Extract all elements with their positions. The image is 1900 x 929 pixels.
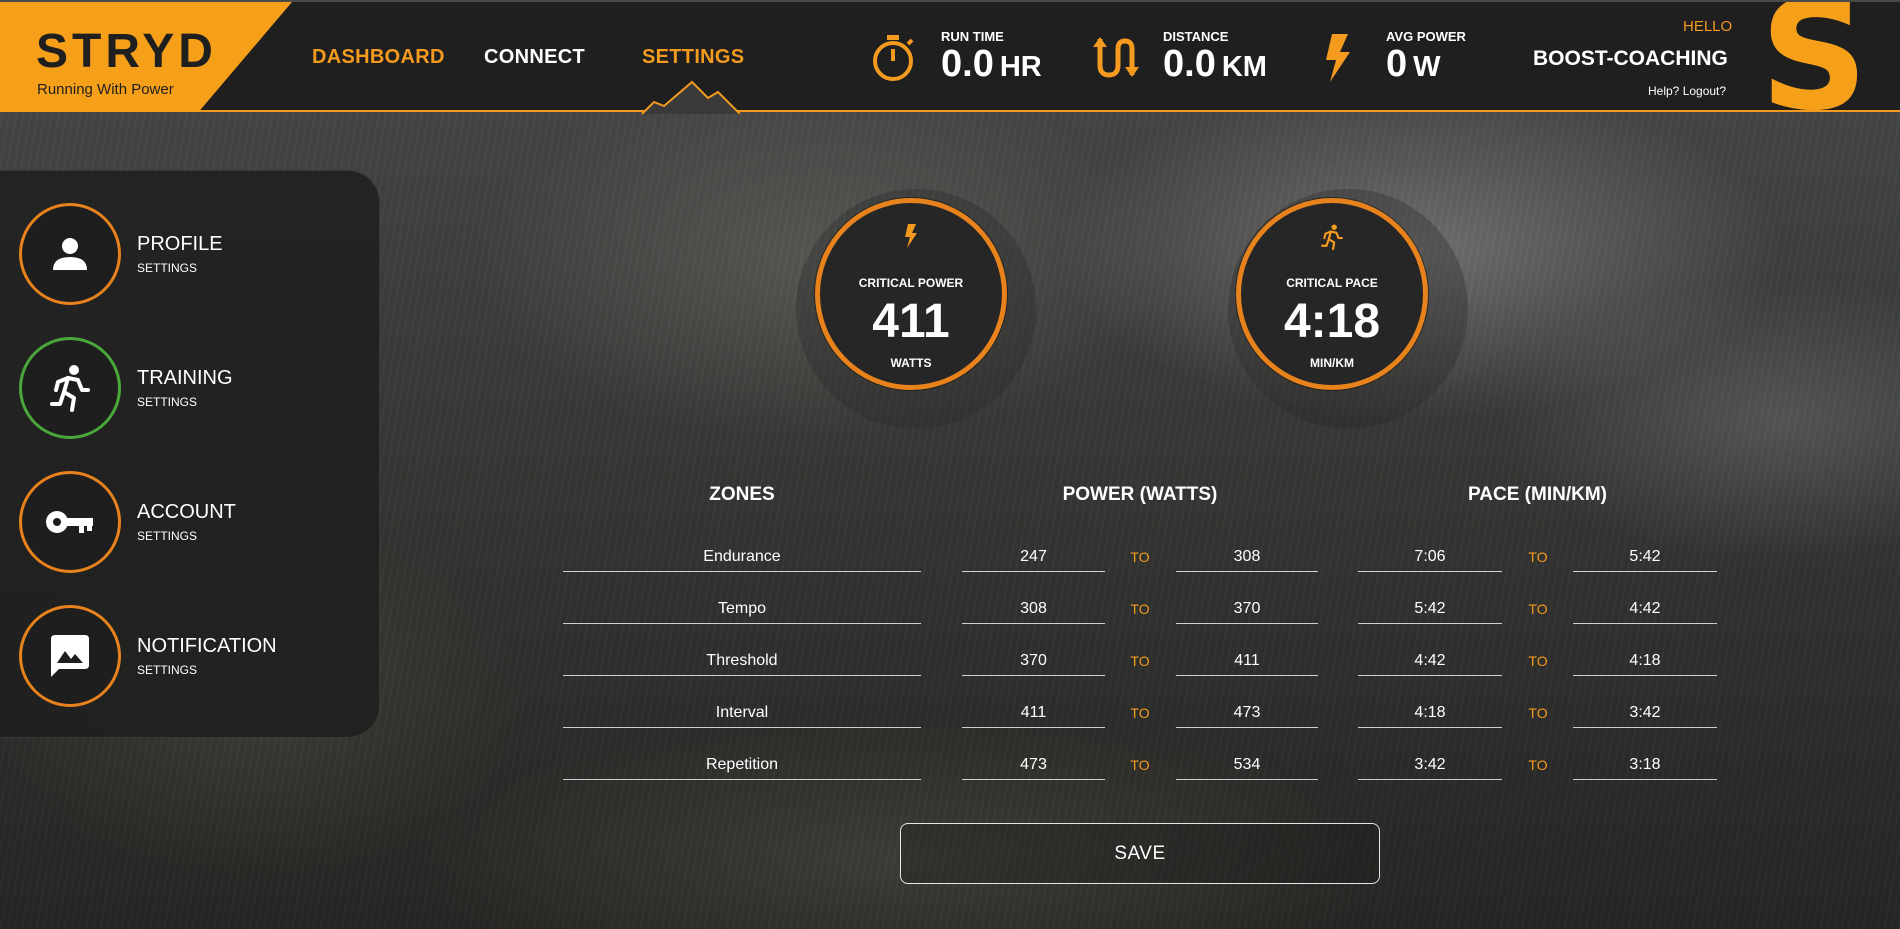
power-from-field[interactable]: 411 bbox=[962, 700, 1105, 728]
sidebar-item-account[interactable]: ACCOUNT SETTINGS bbox=[19, 471, 359, 573]
nav-connect[interactable]: CONNECT bbox=[484, 46, 585, 69]
training-icon-circle bbox=[19, 337, 121, 439]
sidebar-item-title: NOTIFICATION bbox=[137, 635, 277, 657]
pace-header: PACE (MIN/KM) bbox=[1468, 484, 1607, 505]
image-message-icon bbox=[51, 635, 89, 677]
pace-from-field[interactable]: 3:42 bbox=[1358, 752, 1502, 780]
run-time-label: RUN TIME bbox=[941, 29, 1004, 44]
notification-icon-circle bbox=[19, 605, 121, 707]
sidebar-item-sub: SETTINGS bbox=[137, 261, 198, 275]
critical-pace-gauge: CRITICAL PACE 4:18 MIN/KM bbox=[1236, 198, 1428, 390]
pace-from-field[interactable]: 7:06 bbox=[1358, 544, 1502, 572]
critical-pace-unit: MIN/KM bbox=[1310, 356, 1354, 370]
to-label: TO bbox=[1528, 549, 1548, 565]
zone-name-field: Threshold bbox=[563, 648, 921, 676]
brand-tagline: Running With Power bbox=[37, 81, 174, 98]
runner-icon bbox=[50, 365, 90, 412]
critical-pace-label: CRITICAL PACE bbox=[1286, 276, 1378, 290]
power-to-field[interactable]: 308 bbox=[1176, 544, 1318, 572]
zone-name-field: Endurance bbox=[563, 544, 921, 572]
pace-from-field[interactable]: 5:42 bbox=[1358, 596, 1502, 624]
pace-to-field[interactable]: 3:42 bbox=[1573, 700, 1717, 728]
run-time-unit: HR bbox=[999, 51, 1042, 83]
avg-power-unit: W bbox=[1413, 51, 1441, 83]
distance-label: DISTANCE bbox=[1163, 29, 1229, 44]
pace-to-field[interactable]: 3:18 bbox=[1573, 752, 1717, 780]
critical-pace-value: 4:18 bbox=[1283, 295, 1381, 348]
distance-number: 0.0 bbox=[1163, 43, 1216, 85]
zone-name-field: Repetition bbox=[563, 752, 921, 780]
top-header: STRYD Running With Power DASHBOARD CONNE… bbox=[0, 0, 1900, 114]
lightning-icon bbox=[1326, 34, 1350, 82]
to-label: TO bbox=[1528, 757, 1548, 773]
nav-settings[interactable]: SETTINGS bbox=[642, 46, 744, 69]
power-to-field[interactable]: 411 bbox=[1176, 648, 1318, 676]
to-label: TO bbox=[1528, 653, 1548, 669]
zone-name-field: Tempo bbox=[563, 596, 921, 624]
sidebar-item-training[interactable]: TRAINING SETTINGS bbox=[19, 337, 359, 439]
pace-from-field[interactable]: 4:18 bbox=[1358, 700, 1502, 728]
profile-icon-circle bbox=[19, 203, 121, 305]
key-icon bbox=[46, 511, 93, 533]
to-label: TO bbox=[1528, 601, 1548, 617]
account-icon-circle bbox=[19, 471, 121, 573]
power-from-field[interactable]: 308 bbox=[962, 596, 1105, 624]
distance-arrows-icon bbox=[1093, 37, 1139, 78]
avg-power-number: 0 bbox=[1386, 43, 1408, 85]
stopwatch-icon bbox=[873, 35, 914, 81]
pace-to-field[interactable]: 4:18 bbox=[1573, 648, 1717, 676]
hello-label: HELLO bbox=[1683, 18, 1733, 35]
power-from-field[interactable]: 473 bbox=[962, 752, 1105, 780]
zones-header: ZONES bbox=[709, 484, 775, 505]
power-to-field[interactable]: 473 bbox=[1176, 700, 1318, 728]
critical-power-unit: WATTS bbox=[890, 356, 932, 370]
nav-active-indicator bbox=[641, 80, 740, 114]
stryd-s-logo: S bbox=[1760, 2, 1860, 114]
to-label: TO bbox=[1130, 653, 1150, 669]
critical-power-value: 411 bbox=[872, 295, 950, 348]
power-from-field[interactable]: 247 bbox=[962, 544, 1105, 572]
to-label: TO bbox=[1130, 549, 1150, 565]
zone-name-field: Interval bbox=[563, 700, 921, 728]
critical-power-label: CRITICAL POWER bbox=[858, 276, 964, 290]
sidebar-item-title: TRAINING bbox=[137, 367, 233, 389]
to-label: TO bbox=[1528, 705, 1548, 721]
help-logout-links[interactable]: Help? Logout? bbox=[1648, 84, 1726, 98]
brand-name: STRYD bbox=[36, 25, 217, 78]
sidebar-item-sub: SETTINGS bbox=[137, 529, 198, 543]
nav-dashboard[interactable]: DASHBOARD bbox=[312, 46, 445, 69]
distance-unit: KM bbox=[1221, 51, 1267, 83]
power-to-field[interactable]: 370 bbox=[1176, 596, 1318, 624]
save-button[interactable]: SAVE bbox=[900, 823, 1380, 884]
sidebar-item-notification[interactable]: NOTIFICATION SETTINGS bbox=[19, 605, 359, 707]
to-label: TO bbox=[1130, 705, 1150, 721]
power-to-field[interactable]: 534 bbox=[1176, 752, 1318, 780]
avg-power-label: AVG POWER bbox=[1386, 29, 1466, 44]
distance-value: 0.0 KM bbox=[1163, 43, 1267, 86]
critical-power-gauge: CRITICAL POWER 411 WATTS bbox=[815, 198, 1007, 390]
run-time-number: 0.0 bbox=[941, 43, 994, 85]
to-label: TO bbox=[1130, 601, 1150, 617]
username[interactable]: BOOST-COACHING bbox=[1533, 47, 1728, 71]
sidebar-item-sub: SETTINGS bbox=[137, 395, 198, 409]
person-icon bbox=[53, 238, 87, 270]
power-header: POWER (WATTS) bbox=[1062, 484, 1218, 505]
pace-to-field[interactable]: 4:42 bbox=[1573, 596, 1717, 624]
brand-block[interactable]: STRYD Running With Power bbox=[0, 2, 292, 112]
pace-from-field[interactable]: 4:42 bbox=[1358, 648, 1502, 676]
avg-power-value: 0W bbox=[1386, 43, 1441, 86]
settings-sidebar: PROFILE SETTINGS TRAINING SETTINGS ACCOU… bbox=[0, 170, 380, 738]
sidebar-item-profile[interactable]: PROFILE SETTINGS bbox=[19, 203, 359, 305]
lightning-icon bbox=[905, 224, 917, 248]
to-label: TO bbox=[1130, 757, 1150, 773]
sidebar-item-sub: SETTINGS bbox=[137, 663, 198, 677]
run-time-value: 0.0 HR bbox=[941, 43, 1042, 86]
sidebar-item-title: PROFILE bbox=[137, 233, 223, 255]
pace-to-field[interactable]: 5:42 bbox=[1573, 544, 1717, 572]
runner-icon bbox=[1321, 224, 1343, 251]
power-from-field[interactable]: 370 bbox=[962, 648, 1105, 676]
sidebar-item-title: ACCOUNT bbox=[137, 501, 236, 523]
